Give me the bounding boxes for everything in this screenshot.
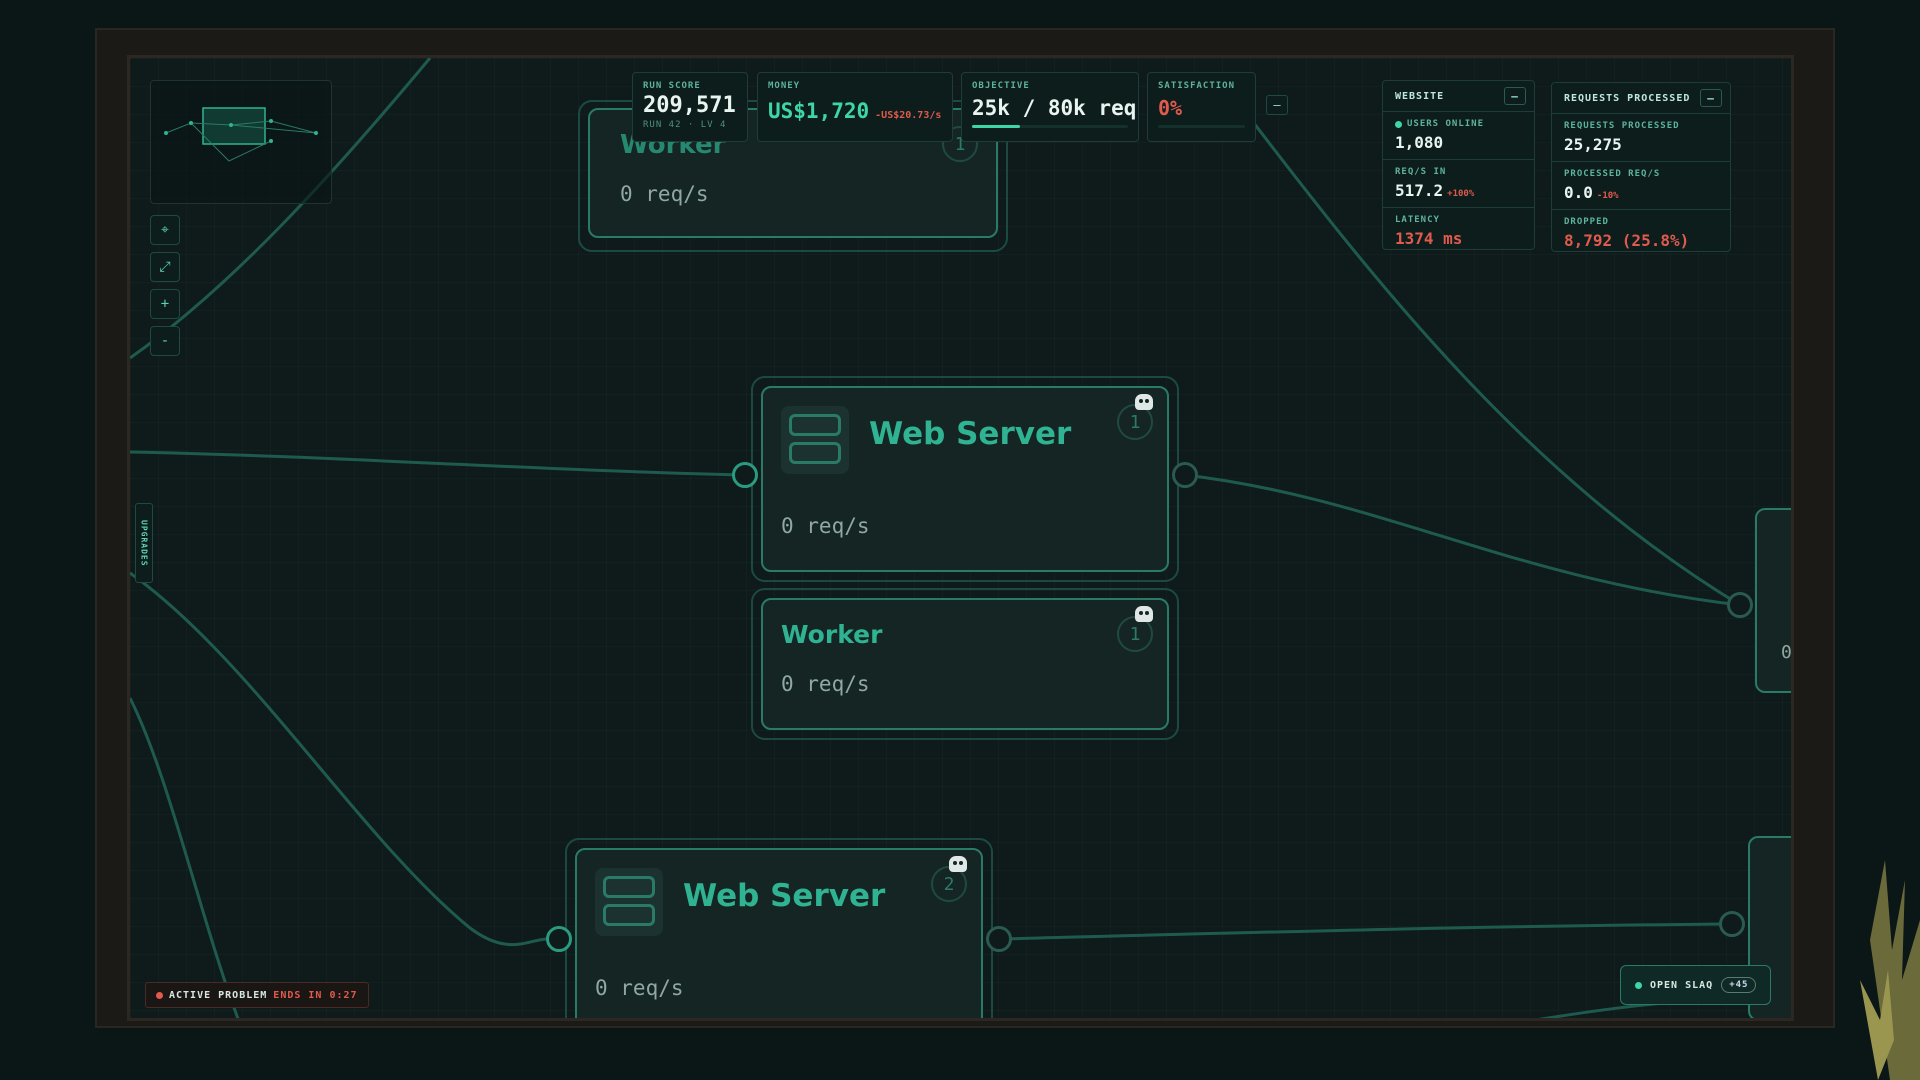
satisfaction-value: 0% <box>1158 96 1183 120</box>
latency-value: 1374 ms <box>1395 229 1463 248</box>
expand-icon: ⤢ <box>159 259 171 275</box>
dropped-value: 8,792 (25.8%) <box>1564 231 1690 250</box>
objective-progress <box>972 125 1128 128</box>
dropped-label: DROPPED <box>1564 217 1609 227</box>
req-in-delta: +100% <box>1447 189 1475 199</box>
users-online-value: 1,080 <box>1395 133 1444 152</box>
worker-node[interactable]: Worker 0 req/s 1 <box>761 598 1169 730</box>
node-title: Worker <box>781 620 883 649</box>
server-icon <box>781 406 849 474</box>
satisfaction-progress <box>1158 125 1245 128</box>
web-server-node-2[interactable]: Web Server 0 req/s 2 <box>575 848 983 1018</box>
active-problem-label: ACTIVE PROBLEM <box>169 989 268 1001</box>
requests-panel: REQUESTS PROCESSED – REQUESTS PROCESSED 2… <box>1551 82 1731 252</box>
game-canvas[interactable]: ⌖ ⤢ + - UPGRADES Worker 0 req/s 1 Web Se… <box>127 55 1794 1021</box>
input-port[interactable] <box>546 926 572 952</box>
problem-timer: ENDS IN 0:27 <box>273 989 358 1001</box>
money-value: US$1,720 <box>768 99 870 123</box>
slaq-label: OPEN SLAQ <box>1650 979 1714 991</box>
input-port[interactable] <box>1719 911 1745 937</box>
satisfaction-card: SATISFACTION 0% <box>1147 72 1256 142</box>
node-rate: 0 <box>1781 642 1792 663</box>
latency-label: LATENCY <box>1395 215 1440 225</box>
status-dot-icon <box>1635 981 1642 989</box>
node-title: Web Server <box>869 416 1072 452</box>
money-rate: -US$20.73/s <box>875 110 942 121</box>
skull-icon <box>1135 606 1153 622</box>
node-rate: 0 req/s <box>620 182 709 206</box>
plant-decoration <box>1860 860 1920 1080</box>
requests-processed-value: 25,275 <box>1564 135 1622 154</box>
open-slaq-button[interactable]: OPEN SLAQ +45 <box>1620 965 1772 1005</box>
requests-panel-title: REQUESTS PROCESSED <box>1564 92 1691 104</box>
minimap[interactable] <box>150 80 332 204</box>
input-port[interactable] <box>732 462 758 488</box>
req-in-value: 517.2 <box>1395 181 1444 200</box>
money-card: MONEY US$1,720 -US$20.73/s <box>757 72 953 142</box>
plus-icon: + <box>160 296 170 312</box>
website-panel: WEBSITE – USERS ONLINE 1,080 REQ/S IN 517… <box>1382 80 1535 250</box>
processed-rate-delta: -10% <box>1596 191 1619 201</box>
output-port[interactable] <box>986 926 1012 952</box>
users-online-label: USERS ONLINE <box>1407 119 1485 129</box>
website-collapse-button[interactable]: – <box>1504 87 1526 105</box>
website-panel-title: WEBSITE <box>1395 90 1445 102</box>
money-label: MONEY <box>768 81 801 91</box>
run-score-card: RUN SCORE 209,571 RUN 42 · LV 4 <box>632 72 748 142</box>
req-in-label: REQ/S IN <box>1395 167 1447 177</box>
node-rate: 0 req/s <box>781 514 870 538</box>
minus-icon: - <box>160 333 170 349</box>
online-dot-icon <box>1395 120 1402 128</box>
skull-icon <box>949 856 967 872</box>
locate-button[interactable]: ⌖ <box>150 215 180 245</box>
objective-label: OBJECTIVE <box>972 81 1030 91</box>
run-level: RUN 42 · LV 4 <box>643 120 727 130</box>
zoom-out-button[interactable]: - <box>150 326 180 356</box>
input-port[interactable] <box>1727 592 1753 618</box>
fit-view-button[interactable]: ⤢ <box>150 252 180 282</box>
processed-rate-label: PROCESSED REQ/S <box>1564 169 1661 179</box>
zoom-in-button[interactable]: + <box>150 289 180 319</box>
upgrades-tab[interactable]: UPGRADES <box>135 503 153 583</box>
objective-value: 25k / 80k req <box>972 96 1137 120</box>
locate-icon: ⌖ <box>161 222 169 238</box>
minimap-graph <box>164 107 318 162</box>
run-score-label: RUN SCORE <box>643 81 701 91</box>
node-rate: 0 req/s <box>781 672 870 696</box>
run-score-value: 209,571 <box>643 93 736 118</box>
processed-rate-value: 0.0 <box>1564 183 1593 202</box>
satisfaction-label: SATISFACTION <box>1158 81 1236 91</box>
partial-node-right[interactable]: 0 <box>1755 508 1792 693</box>
slaq-badge: +45 <box>1721 977 1757 993</box>
requests-processed-label: REQUESTS PROCESSED <box>1564 121 1680 131</box>
requests-collapse-button[interactable]: – <box>1700 89 1722 107</box>
node-rate: 0 req/s <box>595 976 684 1000</box>
web-server-node[interactable]: Web Server 0 req/s 1 <box>761 386 1169 572</box>
output-port[interactable] <box>1172 462 1198 488</box>
alert-dot-icon <box>156 991 163 999</box>
active-problem-banner[interactable]: ACTIVE PROBLEM ENDS IN 0:27 <box>145 982 369 1008</box>
objective-card: OBJECTIVE 25k / 80k req <box>961 72 1139 142</box>
skull-icon <box>1135 394 1153 410</box>
hud-collapse-button[interactable]: – <box>1266 95 1288 115</box>
server-icon <box>595 868 663 936</box>
node-title: Web Server <box>683 878 886 914</box>
